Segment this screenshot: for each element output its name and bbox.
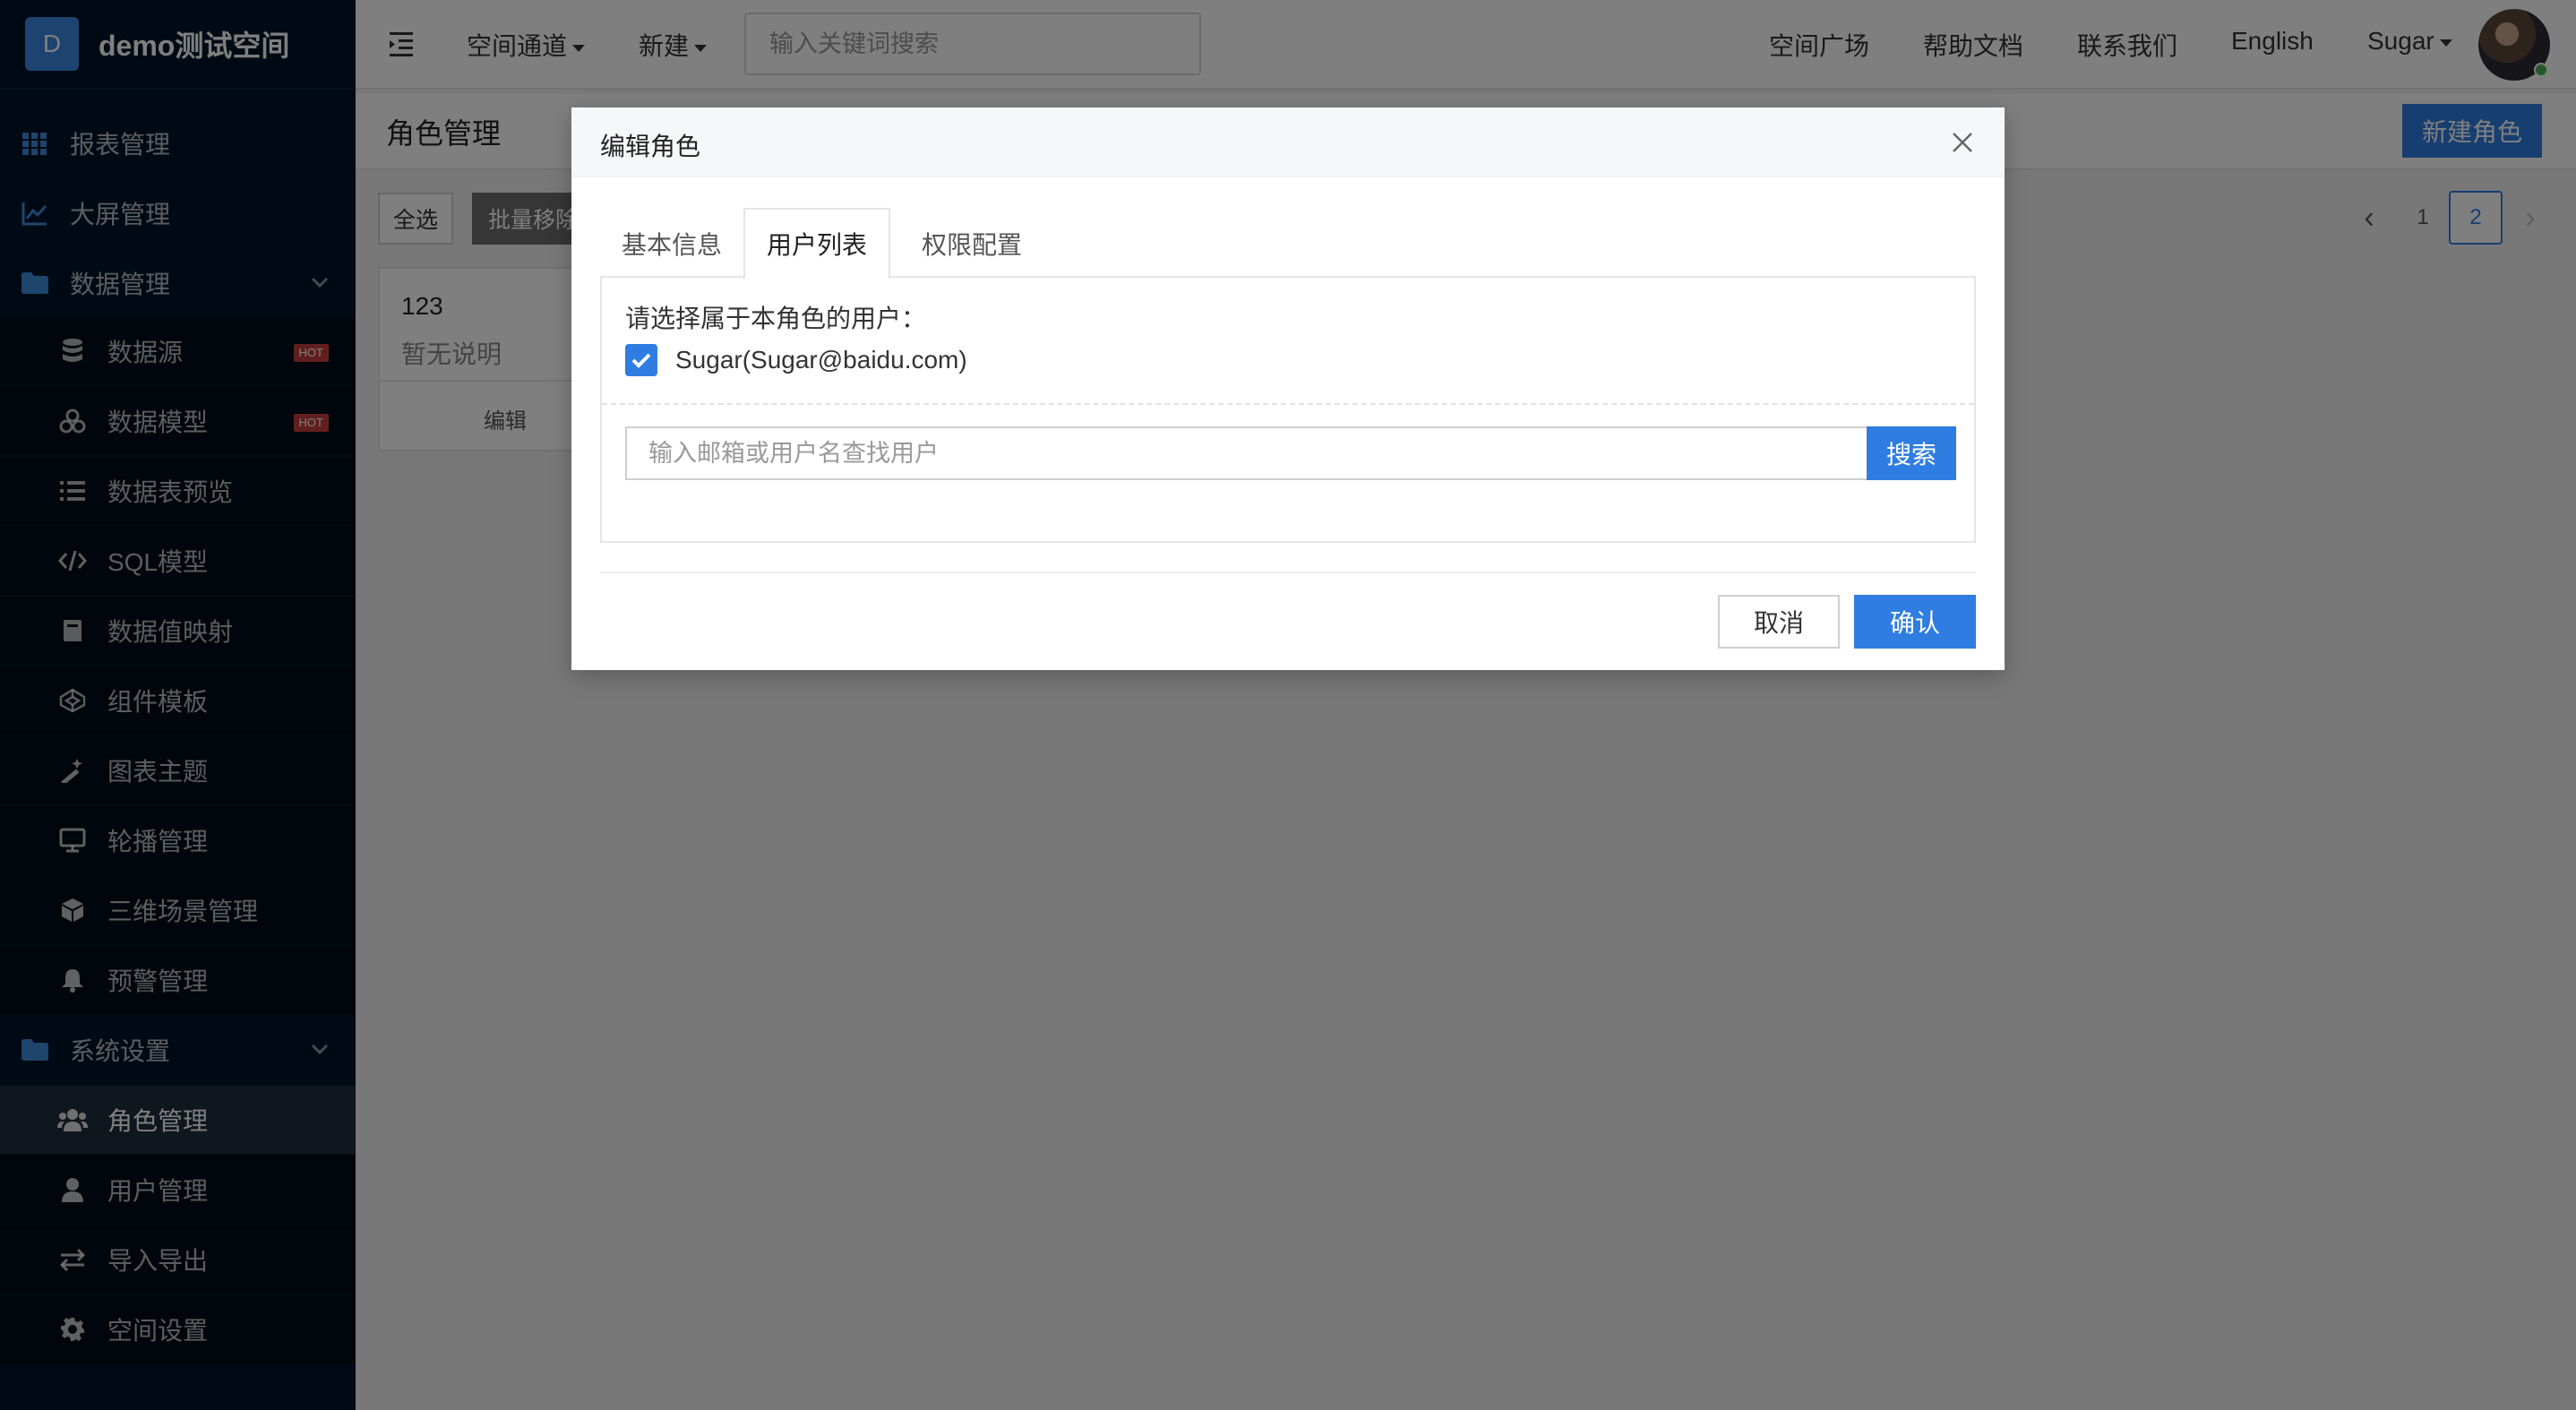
edit-role-modal: 编辑角色 基本信息 用户列表 权限配置 请选择属于本角色的用户： Sugar(S… <box>571 107 2005 670</box>
user-checkbox-row[interactable]: Sugar(Sugar@baidu.com) <box>625 344 967 376</box>
dashed-divider <box>602 403 1974 405</box>
modal-title: 编辑角色 <box>600 133 701 160</box>
tab-permissions[interactable]: 权限配置 <box>896 208 1048 279</box>
user-search-input[interactable] <box>625 426 1868 480</box>
tab-basic-info[interactable]: 基本信息 <box>600 208 743 279</box>
user-list-panel: 请选择属于本角色的用户： Sugar(Sugar@baidu.com) 搜索 <box>600 278 1976 543</box>
user-label: Sugar(Sugar@baidu.com) <box>675 346 967 374</box>
user-search-button[interactable]: 搜索 <box>1867 426 1956 480</box>
user-select-prompt: 请选择属于本角色的用户： <box>625 305 927 332</box>
modal-footer-divider <box>600 572 1976 573</box>
modal-tabs: 基本信息 用户列表 权限配置 <box>600 208 1976 279</box>
tab-user-list[interactable]: 用户列表 <box>743 208 890 279</box>
confirm-button[interactable]: 确认 <box>1854 595 1976 649</box>
user-checkbox[interactable] <box>625 344 657 376</box>
modal-header: 编辑角色 <box>571 107 2005 177</box>
cancel-button[interactable]: 取消 <box>1718 595 1840 649</box>
close-icon[interactable] <box>1949 129 1976 156</box>
